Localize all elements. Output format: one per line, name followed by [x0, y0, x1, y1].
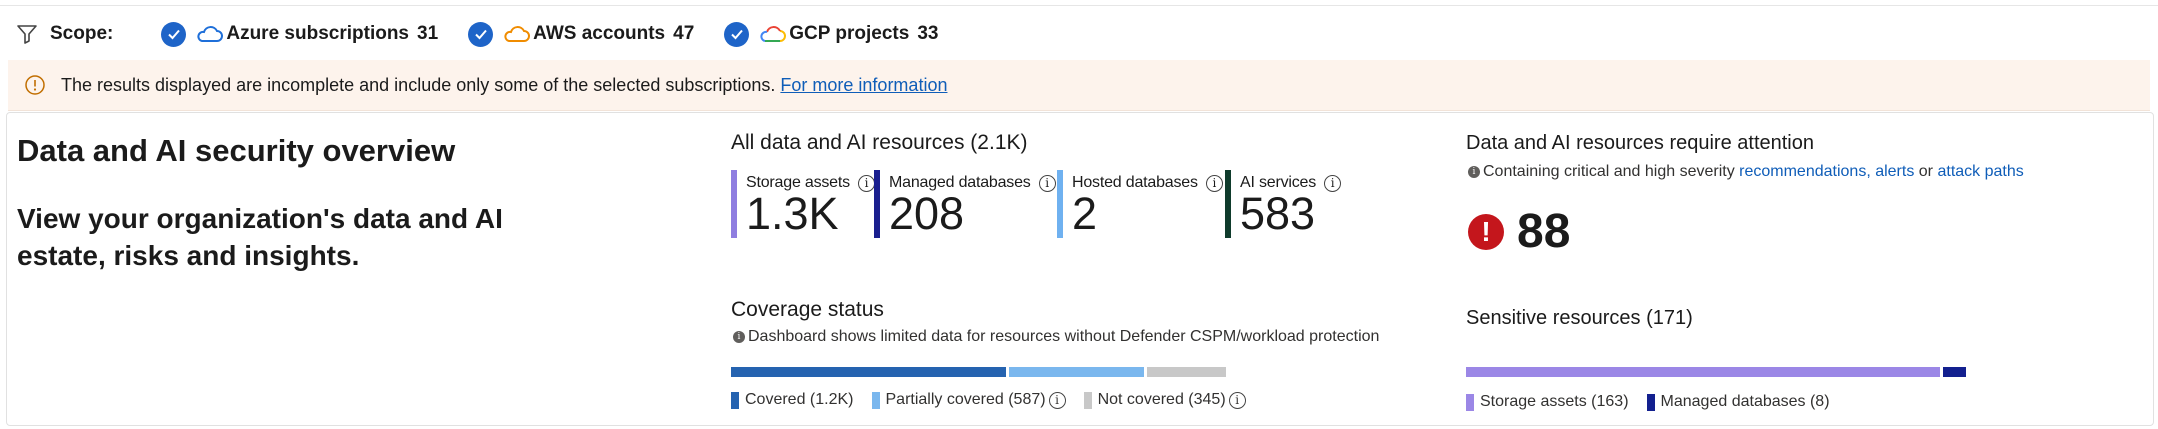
legend-partially-covered: Partially covered (587) i [871, 391, 1066, 409]
gcp-cloud-icon [760, 26, 787, 42]
legend-label: Storage assets (163) [1480, 393, 1629, 410]
scope-chip-count: 47 [673, 23, 695, 44]
coverage-note-text: Dashboard shows limited data for resourc… [748, 328, 1380, 345]
azure-cloud-icon [197, 26, 224, 42]
sensitive-segment-storage-assets[interactable] [1466, 367, 1940, 377]
scope-chip-gcp[interactable]: GCP projects 33 [724, 21, 939, 47]
legend-covered: Covered (1.2K) [731, 391, 854, 409]
sensitive-title: Sensitive resources (171) [1466, 307, 1693, 329]
metric-managed-databases[interactable]: Managed databases i 208 [874, 170, 1056, 238]
top-divider [0, 5, 2158, 6]
page-title: Data and AI security overview [17, 133, 456, 168]
warning-banner: The results displayed are incomplete and… [8, 60, 2150, 111]
attention-title: Data and AI resources require attention [1466, 132, 1814, 154]
coverage-legend: Covered (1.2K) Partially covered (587) i … [731, 391, 1264, 409]
info-filled-icon: i [733, 331, 745, 343]
info-icon[interactable]: i [1228, 391, 1246, 409]
metric-value: 1.3K [746, 188, 839, 239]
legend-label: Not covered (345) [1097, 391, 1226, 408]
attention-note: i Containing critical and high severity … [1468, 163, 2024, 181]
metric-ai-services[interactable]: AI services i 583 [1225, 170, 1342, 239]
coverage-note: i Dashboard shows limited data for resou… [733, 328, 1379, 346]
checkmark-icon[interactable] [724, 21, 750, 47]
metric-value: 2 [1072, 188, 1098, 239]
attention-count-value: 88 [1517, 205, 1571, 258]
checkmark-icon[interactable] [468, 21, 494, 47]
legend-not-covered: Not covered (345) i [1083, 391, 1246, 409]
info-filled-icon: i [1468, 166, 1480, 178]
attention-count[interactable]: ! 88 [1468, 204, 1570, 259]
metric-value: 583 [1240, 188, 1316, 239]
coverage-segment-covered[interactable] [731, 367, 1006, 377]
metric-value: 208 [889, 188, 965, 239]
sensitive-segment-managed-databases[interactable] [1943, 367, 1966, 377]
scope-label: Scope: [50, 23, 114, 44]
resources-title: All data and AI resources (2.1K) [731, 131, 1028, 154]
recommendations-alerts-link[interactable]: recommendations, alerts [1739, 163, 1914, 181]
legend-label: Managed databases (8) [1660, 393, 1830, 410]
info-icon[interactable]: i [1048, 391, 1066, 409]
legend-managed-databases: Managed databases (8) [1646, 393, 1830, 411]
coverage-segment-not-covered[interactable] [1147, 367, 1226, 377]
scope-chip-count: 31 [417, 23, 439, 44]
warning-icon [25, 75, 45, 95]
aws-cloud-icon [504, 26, 531, 42]
info-icon[interactable]: i [1038, 174, 1056, 192]
scope-chip-label: GCP projects [789, 23, 910, 44]
scope-chip-label: Azure subscriptions [226, 23, 410, 44]
metric-hosted-databases[interactable]: Hosted databases i 2 [1057, 170, 1223, 238]
page-subtitle: View your organization's data and AI est… [17, 203, 503, 271]
scope-chip-label: AWS accounts [533, 23, 666, 44]
info-icon[interactable]: i [857, 174, 875, 192]
checkmark-icon[interactable] [161, 21, 187, 47]
coverage-title: Coverage status [731, 298, 884, 321]
scope-bar: Scope: Azure subscriptions 31 AWS accoun… [16, 16, 968, 52]
scope-chip-aws[interactable]: AWS accounts 47 [468, 21, 695, 47]
legend-storage-assets: Storage assets (163) [1466, 393, 1629, 411]
filter-icon[interactable] [16, 23, 38, 45]
metric-storage-assets[interactable]: Storage assets i 1.3K [731, 170, 875, 238]
coverage-segment-partially-covered[interactable] [1009, 367, 1144, 377]
error-icon: ! [1468, 213, 1504, 250]
more-info-link[interactable]: For more information [780, 75, 947, 96]
or-text: or [1918, 163, 1934, 180]
legend-label: Partially covered (587) [885, 391, 1046, 408]
legend-label: Covered (1.2K) [745, 391, 854, 408]
scope-chip-azure[interactable]: Azure subscriptions 31 [161, 21, 439, 47]
attention-note-text: Containing critical and high severity [1483, 163, 1735, 180]
attack-paths-link[interactable]: attack paths [1937, 163, 2023, 181]
scope-chip-count: 33 [917, 23, 939, 44]
banner-text: The results displayed are incomplete and… [61, 74, 776, 95]
sensitive-legend: Storage assets (163) Managed databases (… [1466, 393, 1848, 411]
info-icon[interactable]: i [1205, 174, 1223, 192]
info-icon[interactable]: i [1324, 174, 1342, 192]
